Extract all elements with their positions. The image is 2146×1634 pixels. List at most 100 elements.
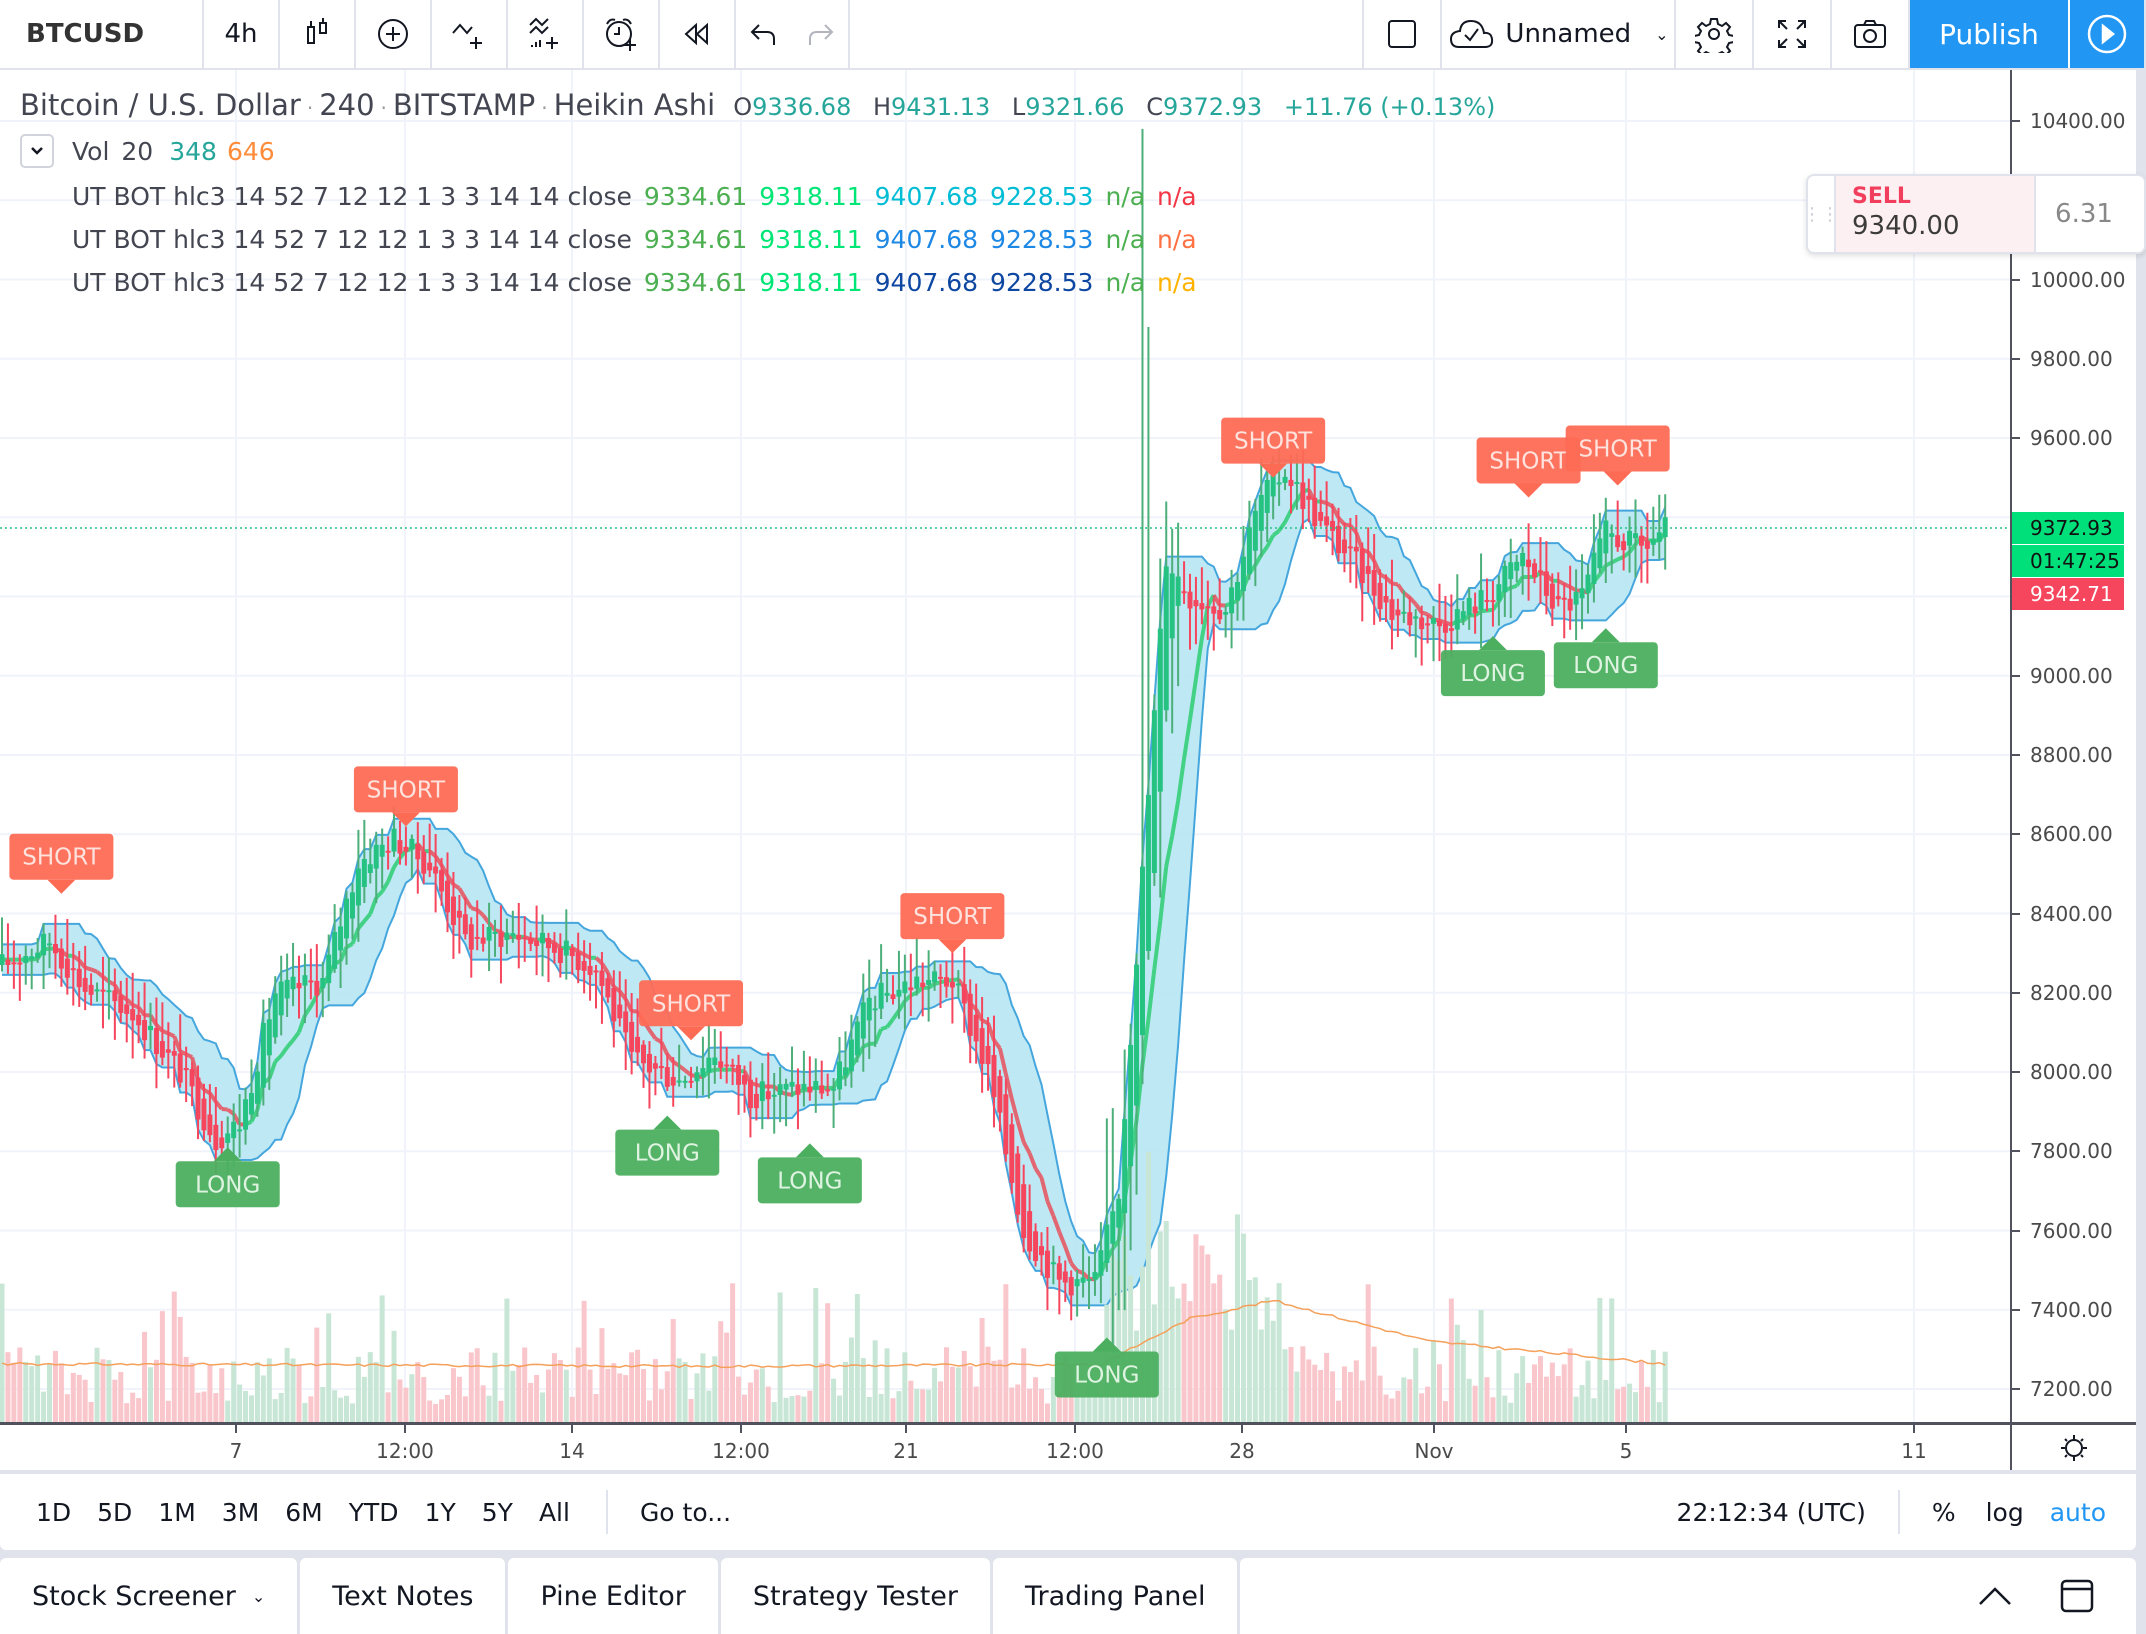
candle-body [64,958,70,978]
candle-body [1240,556,1246,592]
snapshot-button[interactable] [1832,0,1910,68]
redo-button[interactable] [792,0,848,68]
candle-body [1318,511,1324,521]
tab-pine-editor[interactable]: Pine Editor [508,1558,718,1634]
tab-trading-panel[interactable]: Trading Panel [993,1558,1238,1634]
tab-text-notes[interactable]: Text Notes [300,1558,506,1634]
indicator-legend[interactable]: UT BOT hlc3 14 52 7 12 12 1 3 3 14 14 cl… [72,182,1495,211]
price-label: 8000.00 [2030,1060,2113,1084]
time-axis[interactable]: 7 12:00 14 12:00 21 12:00 28 Nov 5 11 [0,1422,2010,1470]
financials-button[interactable] [508,0,584,68]
candle-body [1425,623,1431,626]
candle-body [1015,1153,1021,1215]
log-scale-toggle[interactable]: log [1986,1498,2024,1527]
tab-strategy-tester[interactable]: Strategy Tester [720,1558,990,1634]
time-label: Nov [1414,1439,1454,1463]
legend-collapse-button[interactable] [20,134,54,168]
candle-body [361,859,367,887]
candle-body [474,936,480,939]
range-6m[interactable]: 6M [285,1498,322,1527]
compare-button[interactable] [356,0,432,68]
volume-bar [1502,1395,1508,1422]
price-tick [2012,912,2020,915]
candle-body [1300,482,1306,509]
candle-body [1633,533,1638,539]
publish-button[interactable]: Publish [1910,0,2070,68]
goto-date-button[interactable]: Go to... [640,1498,731,1527]
volume-bar [557,1359,563,1422]
maximize-panel-icon[interactable] [2058,1577,2096,1615]
layout-name-button[interactable]: Unnamed ⌄ [1442,0,1676,68]
candle-body [1353,546,1359,552]
fullscreen-button[interactable] [1754,0,1832,68]
sun-settings-icon [2061,1434,2087,1461]
alert-button[interactable] [584,0,660,68]
price-axis[interactable]: 10400.00 10000.00 9800.00 9600.00 9000.00 880… [2010,70,2136,1422]
candle-body [1116,1198,1122,1228]
candle-body [52,943,58,954]
volume-bar [706,1390,712,1422]
indicator-legend[interactable]: UT BOT hlc3 14 52 7 12 12 1 3 3 14 14 cl… [72,225,1495,254]
candle-body [617,1004,623,1019]
replay-button[interactable] [660,0,736,68]
publish-options-button[interactable] [2070,0,2146,68]
undo-button[interactable] [736,0,792,68]
candle-body [842,1067,848,1076]
candle-body [1157,628,1163,792]
utc-clock[interactable]: 22:12:34 (UTC) [1677,1498,1866,1527]
range-3m[interactable]: 3M [222,1498,259,1527]
long-signal-label: LONG [1440,636,1545,697]
range-1d[interactable]: 1D [36,1498,71,1527]
chart-pane[interactable]: SHORT LONG SHORT SHORT LONG LONG SHORT LONG SHOR… [0,70,2146,1470]
tab-stock-screener[interactable]: Stock Screener ⌄ [0,1558,298,1634]
signal-text: LONG [195,1172,260,1198]
chevron-up-icon[interactable] [1976,1584,2014,1608]
indicator-legend[interactable]: UT BOT hlc3 14 52 7 12 12 1 3 3 14 14 cl… [72,268,1495,297]
range-all[interactable]: All [539,1498,570,1527]
candle-body [557,948,563,964]
candle-body [706,1057,712,1073]
indicators-button[interactable] [432,0,508,68]
separator-dot: · [541,96,548,120]
auto-scale-toggle[interactable]: auto [2050,1498,2106,1527]
chart-style-button[interactable] [280,0,356,68]
candle-body [795,1084,801,1095]
interval-button[interactable]: 4h [204,0,280,68]
candle-body [961,984,967,1004]
volume-bar [1383,1394,1389,1422]
candle-body [1074,1279,1080,1287]
volume-bar [979,1318,985,1422]
candle-body [1009,1124,1015,1183]
candle-body [528,937,534,944]
range-5d[interactable]: 5D [97,1498,132,1527]
volume-bar [1318,1369,1324,1422]
candle-body [522,937,528,940]
volume-bar [1656,1402,1662,1422]
select-layout-button[interactable] [1364,0,1442,68]
candle [1359,542,1365,622]
volume-bar [825,1303,831,1422]
range-1y[interactable]: 1Y [425,1498,456,1527]
volume-bar [688,1399,694,1422]
volume-bar [266,1358,272,1422]
volume-bar [296,1365,302,1422]
volume-bar [1282,1349,1288,1422]
symbol-search-button[interactable]: BTCUSD [0,0,204,68]
volume-bar [118,1371,124,1422]
price-label: 7400.00 [2030,1297,2113,1322]
candle-body [676,1080,682,1083]
candle-body [272,993,278,1038]
settings-button[interactable] [1676,0,1754,68]
drag-handle-icon[interactable]: ⋮⋮ [1808,176,1839,252]
chart-settings-corner[interactable] [2010,1422,2136,1470]
percent-scale-toggle[interactable]: % [1932,1498,1956,1527]
volume-bar [997,1359,1003,1422]
sell-button[interactable]: SELL 9340.00 [1836,176,2036,252]
candle-body [658,1065,664,1069]
range-5y[interactable]: 5Y [482,1498,513,1527]
candle-body [266,1019,272,1056]
candle-body [189,1069,195,1087]
range-ytd[interactable]: YTD [349,1498,399,1527]
candle-body [1520,552,1526,567]
range-1m[interactable]: 1M [158,1498,195,1527]
